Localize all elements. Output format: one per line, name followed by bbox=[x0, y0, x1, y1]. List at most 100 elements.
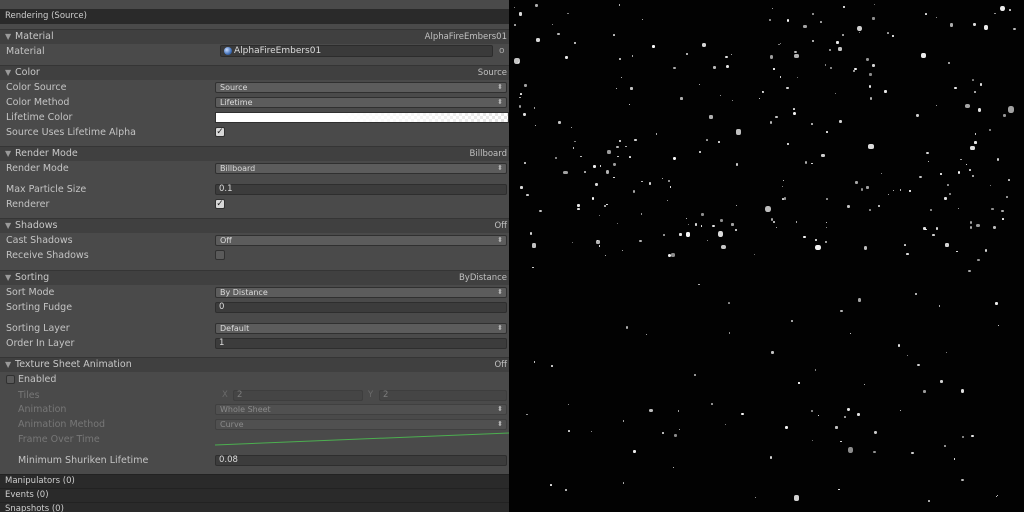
scene-viewport[interactable] bbox=[509, 0, 1024, 512]
sorting-fudge-field[interactable]: 0 bbox=[215, 302, 507, 313]
receive-shadows-row: Receive Shadows bbox=[0, 248, 509, 263]
snapshots-section[interactable]: Snapshots (0) bbox=[0, 502, 509, 512]
particle bbox=[868, 84, 872, 88]
particle bbox=[960, 159, 962, 161]
object-picker-icon[interactable]: o bbox=[499, 45, 505, 57]
order-in-layer-field[interactable]: 1 bbox=[215, 338, 507, 349]
particle bbox=[677, 409, 680, 412]
particle bbox=[625, 145, 627, 148]
particle bbox=[856, 413, 860, 416]
particle bbox=[786, 86, 789, 90]
particle bbox=[839, 120, 843, 123]
render-mode-dropdown[interactable]: Billboard ⬍ bbox=[215, 163, 507, 174]
frame-over-time-curve[interactable] bbox=[215, 432, 509, 447]
tiles-y-field[interactable]: 2 bbox=[379, 390, 507, 401]
enabled-label: Enabled bbox=[18, 374, 57, 385]
particle bbox=[685, 217, 687, 220]
particle bbox=[577, 204, 581, 207]
material-field[interactable]: AlphaFireEmbers01 bbox=[220, 45, 493, 57]
particle bbox=[979, 83, 982, 86]
cast-shadows-value: Off bbox=[220, 236, 232, 245]
lifetime-color-gradient[interactable] bbox=[215, 112, 509, 123]
dropdown-arrow-icon: ⬍ bbox=[497, 83, 503, 91]
max-particle-size-field[interactable]: 0.1 bbox=[215, 184, 507, 195]
particle bbox=[925, 12, 928, 15]
color-method-row: Color Method Lifetime ⬍ bbox=[0, 95, 509, 110]
particle bbox=[904, 243, 907, 247]
color-header-value: Source bbox=[477, 68, 507, 78]
particle bbox=[995, 302, 999, 305]
particle bbox=[796, 77, 798, 79]
particle bbox=[706, 239, 709, 241]
manipulators-section[interactable]: Manipulators (0) bbox=[0, 474, 509, 488]
particle bbox=[873, 4, 876, 6]
animation-dropdown[interactable]: Whole Sheet ⬍ bbox=[215, 404, 507, 415]
particle bbox=[969, 169, 972, 172]
particle bbox=[679, 232, 682, 236]
particle bbox=[863, 246, 868, 250]
particle bbox=[533, 107, 536, 109]
particle bbox=[790, 320, 793, 323]
particle bbox=[922, 390, 926, 393]
foldout-icon: ▼ bbox=[5, 273, 12, 282]
render-mode-section-header[interactable]: ▼ Render Mode Billboard bbox=[0, 146, 509, 161]
particle bbox=[826, 197, 829, 201]
color-header-label: Color bbox=[15, 67, 40, 78]
particle bbox=[666, 199, 669, 202]
particle bbox=[769, 121, 773, 125]
particle bbox=[1012, 27, 1016, 31]
particle bbox=[686, 232, 691, 237]
renderer-checkbox[interactable]: ✓ bbox=[215, 199, 225, 209]
shadows-section-header[interactable]: ▼ Shadows Off bbox=[0, 218, 509, 233]
tiles-x-field[interactable]: 2 bbox=[233, 390, 363, 401]
min-lifetime-field[interactable]: 0.08 bbox=[215, 455, 507, 466]
particle bbox=[932, 234, 935, 237]
receive-shadows-checkbox[interactable] bbox=[215, 250, 225, 260]
particle bbox=[617, 155, 619, 158]
enabled-checkbox[interactable] bbox=[6, 375, 15, 384]
material-value: AlphaFireEmbers01 bbox=[234, 46, 322, 56]
particle bbox=[786, 142, 789, 145]
sorting-section-header[interactable]: ▼ Sorting ByDistance bbox=[0, 270, 509, 285]
sorting-layer-dropdown[interactable]: Default ⬍ bbox=[215, 323, 507, 334]
particle bbox=[530, 232, 533, 235]
color-method-dropdown[interactable]: Lifetime ⬍ bbox=[215, 97, 507, 108]
animation-method-row: Animation Method Curve ⬍ bbox=[0, 417, 509, 432]
particle bbox=[892, 35, 895, 37]
material-section-header[interactable]: ▼ Material AlphaFireEmbers01 bbox=[0, 29, 509, 44]
particle bbox=[706, 139, 709, 142]
render-mode-header-value: Billboard bbox=[469, 149, 507, 159]
render-mode-header-label: Render Mode bbox=[15, 148, 78, 159]
particle bbox=[628, 103, 630, 105]
color-source-dropdown[interactable]: Source ⬍ bbox=[215, 82, 507, 93]
particle bbox=[717, 141, 720, 144]
particle bbox=[939, 380, 943, 383]
particle bbox=[599, 245, 601, 247]
sort-mode-dropdown[interactable]: By Distance ⬍ bbox=[215, 287, 507, 298]
particle bbox=[840, 309, 843, 313]
particle bbox=[623, 482, 625, 484]
animation-method-dropdown[interactable]: Curve ⬍ bbox=[215, 419, 507, 430]
texture-sheet-section-header[interactable]: ▼ Texture Sheet Animation Off bbox=[0, 357, 509, 372]
particle bbox=[731, 223, 734, 226]
particle bbox=[571, 241, 574, 244]
particle bbox=[976, 224, 981, 228]
uses-alpha-checkbox[interactable]: ✓ bbox=[215, 127, 225, 137]
color-section-header[interactable]: ▼ Color Source bbox=[0, 65, 509, 80]
particle bbox=[671, 253, 676, 257]
particle bbox=[1003, 113, 1007, 117]
particle bbox=[628, 156, 632, 159]
particle bbox=[564, 488, 567, 491]
cast-shadows-dropdown[interactable]: Off ⬍ bbox=[215, 235, 507, 246]
particle bbox=[919, 175, 922, 179]
events-section[interactable]: Events (0) bbox=[0, 488, 509, 502]
particle bbox=[842, 5, 845, 8]
particle bbox=[977, 258, 980, 261]
shadows-header-value: Off bbox=[494, 221, 507, 231]
dropdown-arrow-icon: ⬍ bbox=[497, 98, 503, 106]
color-source-label: Color Source bbox=[6, 82, 67, 93]
particle bbox=[649, 409, 653, 413]
particle bbox=[618, 57, 621, 61]
particle bbox=[803, 24, 807, 28]
particle bbox=[815, 244, 821, 251]
